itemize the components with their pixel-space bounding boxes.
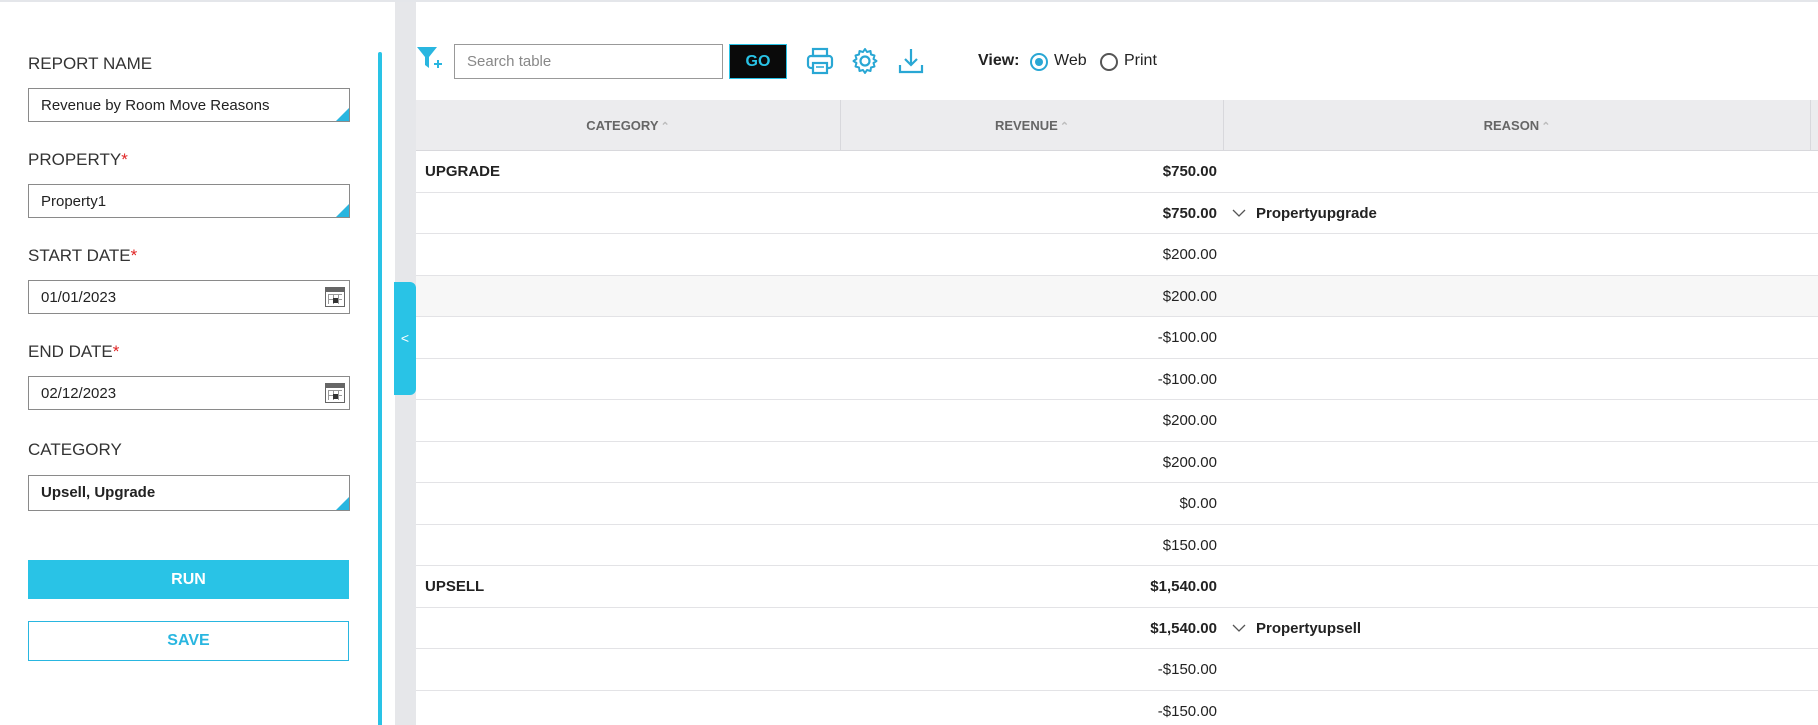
end-date-value: 02/12/2023	[41, 385, 117, 402]
sort-icon: ⌃	[1541, 121, 1551, 133]
table-row[interactable]: UPSELL $1,540.00	[416, 566, 1818, 608]
view-web-label[interactable]: Web	[1054, 52, 1087, 70]
table-row[interactable]: -$100.00	[416, 359, 1818, 400]
view-web-radio[interactable]	[1030, 53, 1048, 71]
table-header: CATEGORY ⌃ REVENUE ⌃ REASON ⌃	[416, 100, 1818, 151]
cell-revenue: $200.00	[1162, 412, 1217, 429]
cell-revenue: -$100.00	[1157, 329, 1217, 346]
table-row[interactable]: UPGRADE $750.00	[416, 151, 1818, 193]
end-date-field[interactable]: 02/12/2023	[28, 376, 350, 410]
table-row[interactable]: $200.00	[416, 275, 1818, 317]
report-name-label: REPORT NAME	[28, 54, 153, 73]
cell-revenue: -$100.00	[1157, 370, 1217, 388]
cell-revenue: $200.00	[1162, 287, 1217, 305]
run-button[interactable]: RUN	[28, 560, 349, 599]
cell-revenue: $750.00	[1162, 204, 1217, 222]
start-date-label: START DATE*	[28, 246, 138, 265]
cell-revenue: $200.00	[1162, 246, 1217, 263]
table-row[interactable]: -$150.00	[416, 649, 1818, 691]
table-row[interactable]: $0.00	[416, 483, 1818, 525]
sort-icon: ⌃	[1059, 121, 1070, 133]
category-value: Upsell, Upgrade	[41, 484, 156, 501]
cell-revenue: $1,540.00	[1150, 578, 1217, 595]
chevron-down-icon[interactable]	[1231, 206, 1247, 220]
view-print-label[interactable]: Print	[1124, 52, 1157, 70]
report-name-field[interactable]: Revenue by Room Move Reasons	[28, 88, 350, 122]
property-label: PROPERTY*	[28, 150, 128, 169]
table-row[interactable]: -$100.00	[416, 317, 1818, 359]
table-row[interactable]: $200.00	[416, 400, 1818, 442]
view-print-radio[interactable]	[1100, 53, 1118, 71]
calendar-icon[interactable]	[325, 287, 345, 307]
cell-revenue: $150.00	[1162, 536, 1217, 554]
column-header-category[interactable]: CATEGORY ⌃	[416, 100, 841, 151]
cell-revenue: -$150.00	[1157, 702, 1217, 720]
column-header-reason[interactable]: REASON ⌃	[1224, 100, 1811, 151]
table-body: UPGRADE $750.00 $750.00 Propertyupgrade …	[416, 151, 1818, 725]
report-settings-panel: REPORT NAME Revenue by Room Move Reasons…	[0, 4, 395, 725]
cell-category: UPSELL	[425, 578, 485, 595]
print-icon[interactable]	[805, 46, 835, 76]
property-value: Property1	[41, 193, 107, 210]
search-input[interactable]	[454, 44, 723, 79]
save-button[interactable]: SAVE	[28, 621, 349, 661]
table-row[interactable]: $200.00	[416, 234, 1818, 276]
settings-gear-icon[interactable]	[850, 46, 880, 76]
start-date-value: 01/01/2023	[41, 289, 117, 306]
table-row[interactable]: $200.00	[416, 442, 1818, 483]
column-header-revenue[interactable]: REVENUE ⌃	[841, 100, 1224, 151]
filter-add-icon[interactable]	[415, 44, 443, 74]
panel-scrollbar[interactable]	[378, 52, 382, 725]
category-select[interactable]: Upsell, Upgrade	[28, 475, 350, 511]
table-row[interactable]: $750.00 Propertyupgrade	[416, 193, 1818, 234]
table-row[interactable]: -$150.00	[416, 691, 1818, 725]
cell-revenue: $1,540.00	[1150, 619, 1217, 637]
sort-icon: ⌃	[660, 121, 670, 133]
table-row[interactable]: $150.00	[416, 525, 1818, 566]
chevron-down-icon[interactable]	[1231, 621, 1247, 635]
start-date-field[interactable]: 01/01/2023	[28, 280, 350, 314]
cell-reason: Propertyupgrade	[1256, 204, 1377, 222]
table-row[interactable]: $1,540.00 Propertyupsell	[416, 608, 1818, 649]
cell-revenue: -$150.00	[1157, 661, 1217, 678]
view-label: View:	[978, 52, 1020, 69]
required-marker: *	[130, 246, 138, 265]
cell-revenue: $0.00	[1179, 495, 1217, 512]
collapse-panel-button[interactable]: <	[394, 282, 416, 395]
property-select[interactable]: Property1	[28, 184, 350, 218]
end-date-label: END DATE*	[28, 342, 120, 361]
dropdown-corner-icon	[336, 204, 349, 217]
required-marker: *	[121, 150, 128, 169]
report-name-value: Revenue by Room Move Reasons	[41, 97, 270, 114]
download-icon[interactable]	[896, 46, 926, 76]
resize-corner-icon	[336, 108, 349, 121]
dropdown-corner-icon	[336, 497, 349, 510]
category-label: CATEGORY	[28, 440, 122, 459]
cell-revenue: $750.00	[1162, 163, 1217, 180]
required-marker: *	[112, 342, 120, 361]
cell-reason: Propertyupsell	[1256, 619, 1362, 637]
cell-revenue: $200.00	[1162, 453, 1217, 471]
calendar-icon[interactable]	[325, 383, 345, 403]
go-button[interactable]: GO	[729, 44, 787, 79]
cell-category: UPGRADE	[425, 163, 501, 180]
